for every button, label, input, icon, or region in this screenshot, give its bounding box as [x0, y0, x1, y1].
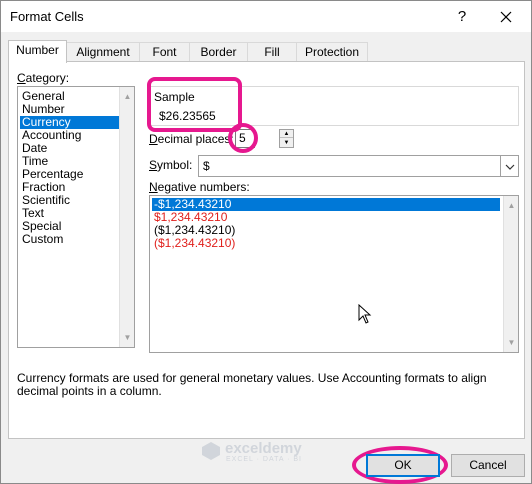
symbol-dropdown[interactable]: $ [198, 155, 519, 177]
negative-numbers-label: Negative numbers: [149, 180, 250, 194]
tab-number[interactable]: Number [8, 40, 67, 63]
title-bar: Format Cells ? [1, 1, 531, 32]
scroll-down-icon[interactable]: ▼ [120, 330, 135, 345]
decimal-places-spinner[interactable]: ▲ ▼ [279, 129, 294, 148]
chevron-down-icon [505, 164, 514, 170]
close-icon [500, 11, 512, 23]
category-scrollbar[interactable]: ▲ ▼ [119, 87, 134, 347]
category-label-text: ategory: [25, 71, 70, 85]
watermark-name: exceldemy [225, 440, 302, 457]
scroll-up-icon[interactable]: ▲ [504, 198, 519, 213]
sample-highlight [147, 77, 242, 132]
cancel-button[interactable]: Cancel [451, 454, 525, 477]
spin-down-icon[interactable]: ▼ [280, 139, 293, 147]
exceldemy-watermark: exceldemy EXCEL · DATA · BI [201, 437, 341, 467]
dialog-title: Format Cells [10, 9, 84, 24]
negative-numbers-scrollbar[interactable]: ▲ ▼ [503, 196, 518, 352]
tab-protection[interactable]: Protection [296, 42, 368, 62]
help-button[interactable]: ? [450, 5, 474, 29]
mouse-cursor-icon [358, 304, 372, 324]
spin-up-icon[interactable]: ▲ [280, 130, 293, 138]
symbol-value: $ [203, 159, 210, 173]
exceldemy-logo-icon [202, 442, 220, 460]
tab-alignment[interactable]: Alignment [66, 42, 140, 62]
symbol-label: Symbol: [149, 158, 193, 172]
close-button[interactable] [482, 1, 530, 32]
number-tab-panel: Category: General Number Currency Accoun… [8, 61, 525, 439]
dropdown-button[interactable] [500, 156, 518, 176]
negative-numbers-list[interactable]: -$1,234.43210 $1,234.43210 ($1,234.43210… [149, 195, 519, 353]
negative-format-item[interactable]: ($1,234.43210) [152, 237, 500, 250]
category-item-custom[interactable]: Custom [20, 233, 121, 246]
tab-font[interactable]: Font [139, 42, 190, 62]
tab-border[interactable]: Border [189, 42, 248, 62]
format-description: Currency formats are used for general mo… [17, 371, 487, 398]
format-cells-dialog: Format Cells ? Number Alignment Font Bor… [0, 0, 532, 484]
watermark-tagline: EXCEL · DATA · BI [226, 456, 302, 463]
scroll-down-icon[interactable]: ▼ [504, 335, 519, 350]
category-label: Category: [17, 71, 70, 85]
decimal-highlight [228, 123, 258, 153]
scroll-up-icon[interactable]: ▲ [120, 89, 135, 104]
decimal-places-label: Decimal places: [149, 132, 234, 146]
tab-fill[interactable]: Fill [247, 42, 297, 62]
category-list[interactable]: General Number Currency Accounting Date … [17, 86, 135, 348]
ok-button[interactable]: OK [366, 454, 440, 477]
